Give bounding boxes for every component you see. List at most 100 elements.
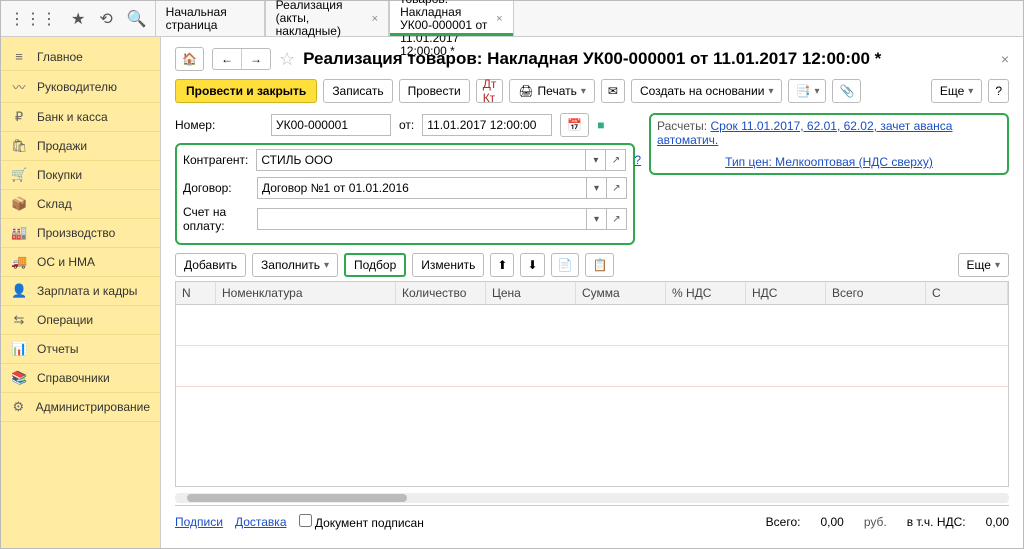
write-button[interactable]: Записать (323, 79, 392, 103)
tab-home[interactable]: Начальная страница (155, 1, 265, 36)
star-icon[interactable]: ★ (71, 9, 85, 29)
more-button[interactable]: Еще (931, 79, 982, 103)
dtkt-button[interactable]: ДтКт (476, 79, 504, 103)
sidebar-item-warehouse[interactable]: 📦Склад (1, 190, 160, 219)
paste-button[interactable]: 📋 (585, 253, 614, 277)
contract-label: Договор: (183, 181, 249, 195)
attach-button[interactable]: 📎 (832, 79, 861, 103)
chart-icon: 〰 (11, 77, 27, 96)
counterparty-input[interactable] (256, 149, 586, 171)
sidebar-item-bank[interactable]: ₽Банк и касса (1, 103, 160, 132)
search-icon[interactable]: 🔍 (127, 9, 147, 29)
from-label: от: (399, 118, 414, 132)
sidebar-item-assets[interactable]: 🚚ОС и НМА (1, 248, 160, 277)
apps-icon[interactable]: ⋮⋮⋮ (9, 9, 57, 29)
cart-icon: 🛒 (11, 167, 27, 183)
sidebar-item-hr[interactable]: 👤Зарплата и кадры (1, 277, 160, 306)
counterparty-box: Контрагент: ▾ ↗ ? Договор: ▾ ↗ (175, 143, 635, 245)
col-sum[interactable]: Сумма (576, 282, 666, 304)
vat-label: в т.ч. НДС: (907, 515, 966, 529)
move-down-button[interactable]: ⬇ (520, 253, 544, 277)
counterparty-help-icon[interactable]: ? (634, 153, 641, 167)
col-s[interactable]: С (926, 282, 1008, 304)
col-price[interactable]: Цена (486, 282, 576, 304)
select-dropdown-icon[interactable]: ▾ (587, 177, 607, 199)
swap-icon: ⇆ (11, 312, 27, 328)
edit-row-button[interactable]: Изменить (412, 253, 484, 277)
col-total[interactable]: Всего (826, 282, 926, 304)
print-button[interactable]: 🖨 Печать (509, 79, 595, 103)
number-input[interactable] (271, 114, 391, 136)
help-button[interactable]: ? (988, 79, 1009, 103)
select-dropdown-icon[interactable]: ▾ (586, 149, 606, 171)
content: 🏠 ← → ☆ Реализация товаров: Накладная УК… (161, 37, 1023, 548)
col-n[interactable]: N (176, 282, 216, 304)
sidebar-item-purchases[interactable]: 🛒Покупки (1, 161, 160, 190)
back-button[interactable]: ← (213, 49, 242, 69)
settlements-box: Расчеты: Срок 11.01.2017, 62.01, 62.02, … (649, 113, 1009, 175)
post-and-close-button[interactable]: Провести и закрыть (175, 79, 317, 103)
close-icon[interactable]: × (1001, 51, 1009, 67)
forward-button[interactable]: → (242, 49, 270, 69)
open-ref-icon[interactable]: ↗ (607, 177, 627, 199)
create-based-button[interactable]: Создать на основании (631, 79, 783, 103)
favorite-star-icon[interactable]: ☆ (279, 49, 295, 70)
col-qty[interactable]: Количество (396, 282, 486, 304)
books-icon: 📚 (11, 370, 27, 386)
tab-realization-doc[interactable]: Реализация товаров: Накладная УК00-00000… (389, 1, 513, 36)
gear-icon: ⚙ (11, 399, 26, 415)
contract-input[interactable] (257, 177, 587, 199)
post-button[interactable]: Провести (399, 79, 470, 103)
close-icon[interactable]: × (496, 13, 502, 25)
truck-icon: 🚚 (11, 254, 27, 270)
price-type-link[interactable]: Тип цен: Мелкооптовая (НДС сверху) (725, 155, 933, 169)
sidebar-item-manager[interactable]: 〰Руководителю (1, 71, 160, 103)
open-ref-icon[interactable]: ↗ (606, 149, 626, 171)
counterparty-label: Контрагент: (183, 153, 248, 167)
total-value: 0,00 (820, 515, 843, 529)
posted-flag-icon: ■ (597, 118, 604, 132)
sidebar-item-production[interactable]: 🏭Производство (1, 219, 160, 248)
items-table: N Номенклатура Количество Цена Сумма % Н… (175, 281, 1009, 487)
currency-label: руб. (864, 515, 887, 529)
table-body[interactable] (176, 305, 1008, 425)
bag-icon: 🛍 (11, 138, 27, 154)
home-button[interactable]: 🏠 (175, 47, 204, 71)
factory-icon: 🏭 (11, 225, 27, 241)
sidebar-item-catalogs[interactable]: 📚Справочники (1, 364, 160, 393)
signatures-link[interactable]: Подписи (175, 515, 223, 529)
sidebar-item-operations[interactable]: ⇆Операции (1, 306, 160, 335)
invoice-input[interactable] (257, 208, 587, 230)
col-vat-pct[interactable]: % НДС (666, 282, 746, 304)
ruble-icon: ₽ (11, 109, 27, 125)
sidebar-item-sales[interactable]: 🛍Продажи (1, 132, 160, 161)
pick-button[interactable]: Подбор (344, 253, 406, 277)
doc-signed-checkbox[interactable]: Документ подписан (299, 514, 424, 530)
table-more-button[interactable]: Еще (958, 253, 1009, 277)
col-vat[interactable]: НДС (746, 282, 826, 304)
sidebar-item-admin[interactable]: ⚙Администрирование (1, 393, 160, 422)
edi-button[interactable]: 📑 (788, 79, 826, 103)
close-icon[interactable]: × (372, 13, 378, 25)
select-dropdown-icon[interactable]: ▾ (587, 208, 607, 230)
history-icon[interactable]: ⟲ (99, 9, 112, 29)
calendar-icon[interactable]: 📅 (560, 113, 589, 137)
fill-button[interactable]: Заполнить (252, 253, 338, 277)
sidebar-item-reports[interactable]: 📊Отчеты (1, 335, 160, 364)
mail-button[interactable]: ✉ (601, 79, 625, 103)
total-label: Всего: (766, 515, 801, 529)
box-icon: 📦 (11, 196, 27, 212)
add-row-button[interactable]: Добавить (175, 253, 246, 277)
open-ref-icon[interactable]: ↗ (607, 208, 627, 230)
sidebar: ≡Главное 〰Руководителю ₽Банк и касса 🛍Пр… (1, 37, 161, 548)
number-label: Номер: (175, 118, 263, 132)
horizontal-scrollbar[interactable] (175, 493, 1009, 503)
date-input[interactable] (422, 114, 552, 136)
col-nomenclature[interactable]: Номенклатура (216, 282, 396, 304)
sidebar-item-main[interactable]: ≡Главное (1, 43, 160, 71)
delivery-link[interactable]: Доставка (235, 515, 287, 529)
copy-button[interactable]: 📄 (551, 253, 580, 277)
move-up-button[interactable]: ⬆ (490, 253, 514, 277)
tab-realization-list[interactable]: Реализация (акты, накладные)× (265, 1, 389, 36)
invoice-label: Счет на оплату: (183, 205, 249, 233)
